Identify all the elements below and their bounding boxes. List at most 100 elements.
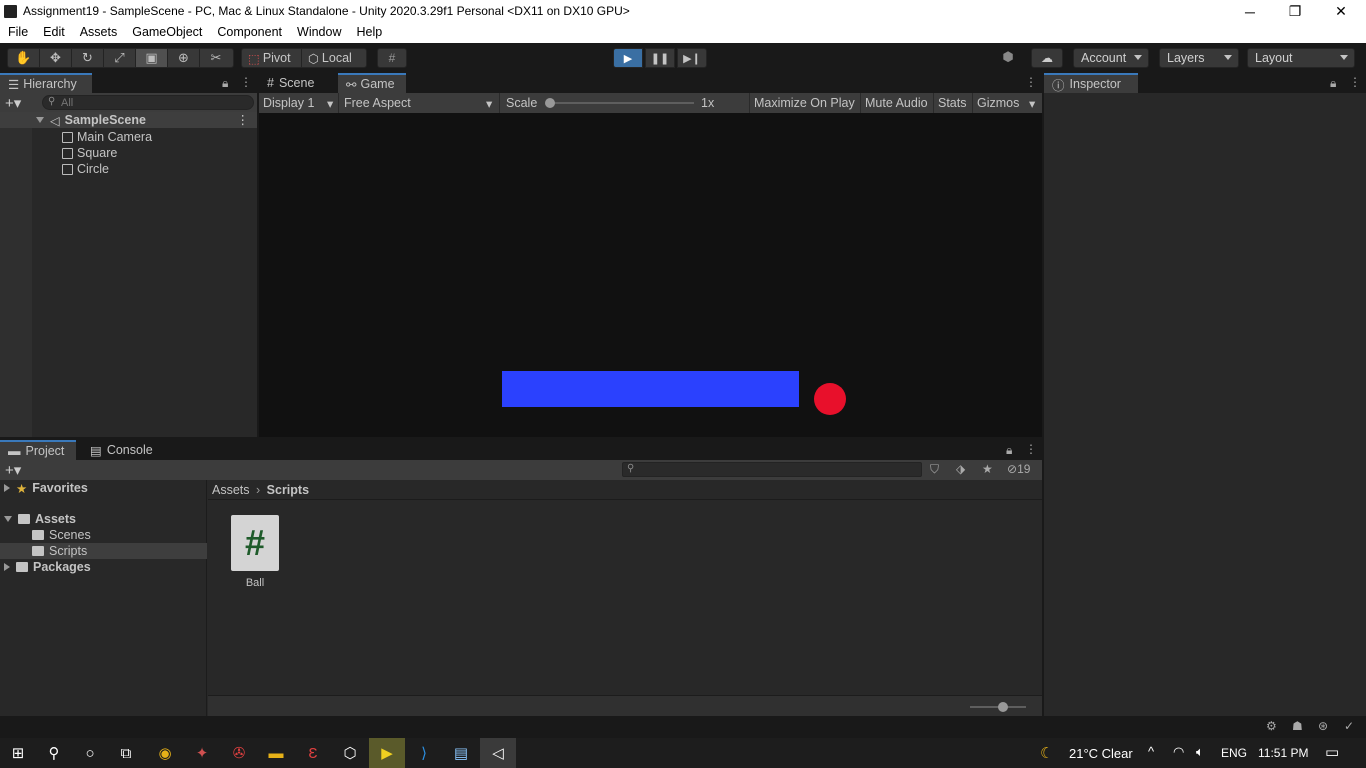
wifi-icon[interactable]: ◠ <box>1173 744 1184 760</box>
custom-tool-icon[interactable]: ✂ <box>200 49 232 67</box>
step-button[interactable]: ▶❙ <box>677 48 707 68</box>
notepad-icon[interactable]: ▤ <box>443 738 479 768</box>
chrome-icon[interactable]: ◉ <box>147 738 183 768</box>
app-icon[interactable]: ✦ <box>184 738 220 768</box>
volume-icon[interactable]: 🔈︎ <box>1196 744 1204 760</box>
hierarchy-item-square[interactable]: Square <box>62 145 117 161</box>
hand-tool-icon[interactable]: ✋ <box>8 49 40 67</box>
asset-item-ball[interactable]: # Ball <box>222 512 288 592</box>
language-indicator[interactable]: ENG <box>1221 746 1247 760</box>
grid-snap-button[interactable]: # <box>377 48 407 68</box>
transform-tool-icon[interactable]: ⊕ <box>168 49 200 67</box>
gizmos-toggle[interactable]: Gizmos ▾ <box>972 93 1042 113</box>
project-search-input[interactable] <box>622 462 922 477</box>
collab-icon[interactable]: ⬢ <box>997 49 1019 67</box>
kebab-menu-icon[interactable]: ⋮ <box>240 75 252 89</box>
chevron-up-icon[interactable]: ^ <box>1148 744 1154 759</box>
cortana-icon[interactable]: ○ <box>72 738 108 768</box>
bug-icon[interactable]: ⚙ <box>1266 719 1277 733</box>
icon-size-slider-handle[interactable] <box>998 702 1008 712</box>
kebab-menu-icon[interactable]: ⋮ <box>1025 442 1037 456</box>
favorites-star-icon[interactable]: ★ <box>982 462 993 476</box>
auto-generate-lighting-icon[interactable]: ⊛ <box>1318 719 1328 733</box>
menu-help[interactable]: Help <box>348 23 389 43</box>
move-tool-icon[interactable]: ✥ <box>40 49 72 67</box>
weather-moon-icon: ☾ <box>1040 745 1054 762</box>
minimize-button[interactable]: ─ <box>1227 0 1273 23</box>
rotate-tool-icon[interactable]: ↻ <box>72 49 104 67</box>
account-dropdown[interactable]: Account <box>1073 48 1149 68</box>
tree-scripts[interactable]: Scripts <box>0 543 207 559</box>
close-button[interactable]: ✕ <box>1318 0 1364 23</box>
task-view-icon[interactable]: ⧉ <box>108 738 144 768</box>
unity-hub-icon[interactable]: ⬡ <box>332 738 368 768</box>
tree-scenes[interactable]: Scenes <box>32 527 91 543</box>
game-viewport[interactable] <box>259 113 1042 437</box>
menu-edit[interactable]: Edit <box>35 23 72 43</box>
file-explorer-icon[interactable]: ▬ <box>258 738 294 768</box>
hierarchy-item-main-camera[interactable]: Main Camera <box>62 129 152 145</box>
tab-inspector[interactable]: ⓘ Inspector <box>1044 73 1138 93</box>
menu-component[interactable]: Component <box>209 23 289 43</box>
filter-by-type-icon[interactable]: ⛉ <box>930 462 939 477</box>
rect-tool-icon[interactable]: ▣ <box>136 49 168 67</box>
notification-icon[interactable]: ▭ <box>1325 743 1339 761</box>
hierarchy-gutter <box>0 113 32 437</box>
cloud-button[interactable]: ☁ <box>1031 48 1063 68</box>
weather-text[interactable]: 21°C Clear <box>1069 746 1133 761</box>
tab-hierarchy[interactable]: ☰ Hierarchy <box>0 73 92 93</box>
hierarchy-item-circle[interactable]: Circle <box>62 161 109 177</box>
tab-game[interactable]: ⚯ Game <box>338 73 406 93</box>
create-asset-button[interactable]: +▾ <box>5 461 21 479</box>
layout-dropdown[interactable]: Layout <box>1247 48 1355 68</box>
app-icon[interactable]: Ɛ <box>295 738 331 768</box>
lock-icon[interactable]: 🔒︎ <box>1330 76 1336 91</box>
hidden-packages-toggle[interactable]: ⊘19 <box>1007 462 1030 476</box>
display-dropdown[interactable]: Display 1 ▾ <box>263 96 333 111</box>
menu-assets[interactable]: Assets <box>72 23 125 43</box>
kebab-menu-icon[interactable]: ⋮ <box>1349 75 1361 89</box>
cache-icon[interactable]: ☗ <box>1292 719 1303 733</box>
tab-project[interactable]: ▬ Project <box>0 440 76 460</box>
menu-gameobject[interactable]: GameObject <box>124 23 209 43</box>
scale-slider-handle[interactable] <box>545 98 555 108</box>
unity-editor-icon[interactable]: ◁ <box>480 738 516 768</box>
menu-file[interactable]: File <box>0 23 35 43</box>
clock[interactable]: 11:51 PM <box>1258 746 1308 760</box>
tree-favorites[interactable]: ★ Favorites <box>4 480 88 496</box>
aspect-dropdown[interactable]: Free Aspect ▾ <box>338 93 498 113</box>
maximize-on-play-toggle[interactable]: Maximize On Play <box>749 93 861 113</box>
tab-scene[interactable]: # Scene <box>259 73 337 93</box>
lock-icon[interactable]: 🔒︎ <box>222 76 228 91</box>
mute-audio-toggle[interactable]: Mute Audio <box>860 93 934 113</box>
media-app-icon[interactable]: ▶ <box>369 738 405 768</box>
breadcrumb-assets[interactable]: Assets <box>212 483 250 497</box>
stats-toggle[interactable]: Stats <box>933 93 973 113</box>
filter-by-label-icon[interactable]: ⬗ <box>956 462 965 476</box>
tree-packages[interactable]: Packages <box>4 559 91 575</box>
lock-icon[interactable]: 🔒︎ <box>1006 443 1012 458</box>
scene-menu-icon[interactable]: ⋮ <box>237 112 250 127</box>
pause-button[interactable]: ❚❚ <box>645 48 675 68</box>
scale-slider-track[interactable] <box>548 102 694 104</box>
local-button[interactable]: ⬡ Local <box>302 49 366 67</box>
layers-dropdown[interactable]: Layers <box>1159 48 1239 68</box>
app-icon[interactable]: ✇ <box>221 738 257 768</box>
play-button[interactable]: ▶ <box>613 48 643 68</box>
scene-row[interactable]: ◁ SampleScene ⋮ <box>0 112 257 128</box>
check-icon[interactable]: ✓ <box>1344 719 1354 733</box>
tab-console[interactable]: ▤ Console <box>82 440 162 460</box>
tree-assets[interactable]: Assets <box>4 511 76 527</box>
pivot-button[interactable]: ⬚ Pivot <box>242 49 302 67</box>
breadcrumb-scripts[interactable]: Scripts <box>267 483 309 497</box>
vscode-icon[interactable]: ⟩ <box>406 738 442 768</box>
search-icon[interactable]: ⚲ <box>36 738 72 768</box>
scale-tool-icon[interactable]: ⤢ <box>104 49 136 67</box>
unity-scene-icon: ◁ <box>50 113 60 128</box>
windows-start-icon[interactable]: ⊞ <box>0 738 36 768</box>
hierarchy-search-input[interactable] <box>42 95 254 110</box>
restore-button[interactable]: ❐ <box>1272 0 1318 23</box>
add-object-button[interactable]: +▾ <box>5 94 21 112</box>
kebab-menu-icon[interactable]: ⋮ <box>1025 75 1037 89</box>
menu-window[interactable]: Window <box>289 23 348 43</box>
